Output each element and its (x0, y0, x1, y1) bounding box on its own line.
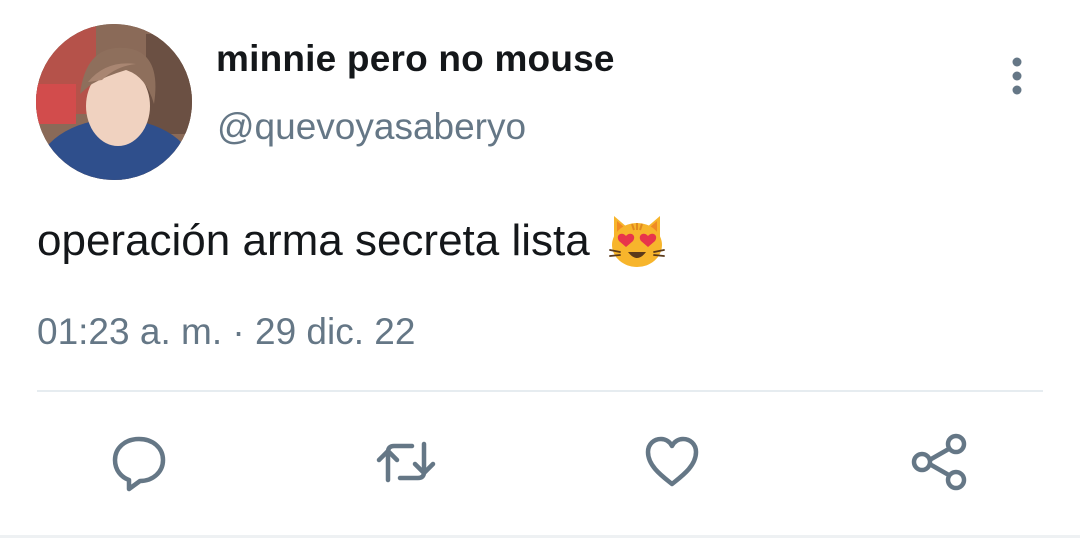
retweet-button[interactable] (374, 430, 438, 494)
like-button[interactable] (640, 430, 704, 494)
bottom-divider (0, 535, 1080, 538)
share-nodes-icon (911, 433, 967, 491)
more-vertical-icon (1012, 57, 1022, 95)
display-name[interactable]: minnie pero no mouse (216, 38, 615, 80)
user-handle[interactable]: @quevoyasaberyo (217, 106, 526, 148)
tweet-text-row: operación arma secreta lista (37, 210, 668, 272)
speech-bubble-icon (112, 436, 166, 492)
more-options-button[interactable] (1000, 54, 1034, 98)
avatar[interactable] (36, 24, 192, 180)
share-button[interactable] (908, 430, 972, 494)
heart-outline-icon (645, 436, 699, 487)
heart-eyes-cat-emoji-icon (606, 210, 668, 272)
retweet-arrows-icon (376, 441, 436, 483)
divider (37, 390, 1043, 392)
reply-button[interactable] (107, 430, 171, 494)
tweet-timestamp: 01:23 a. m. · 29 dic. 22 (37, 311, 416, 352)
tweet-text: operación arma secreta lista (37, 216, 590, 265)
